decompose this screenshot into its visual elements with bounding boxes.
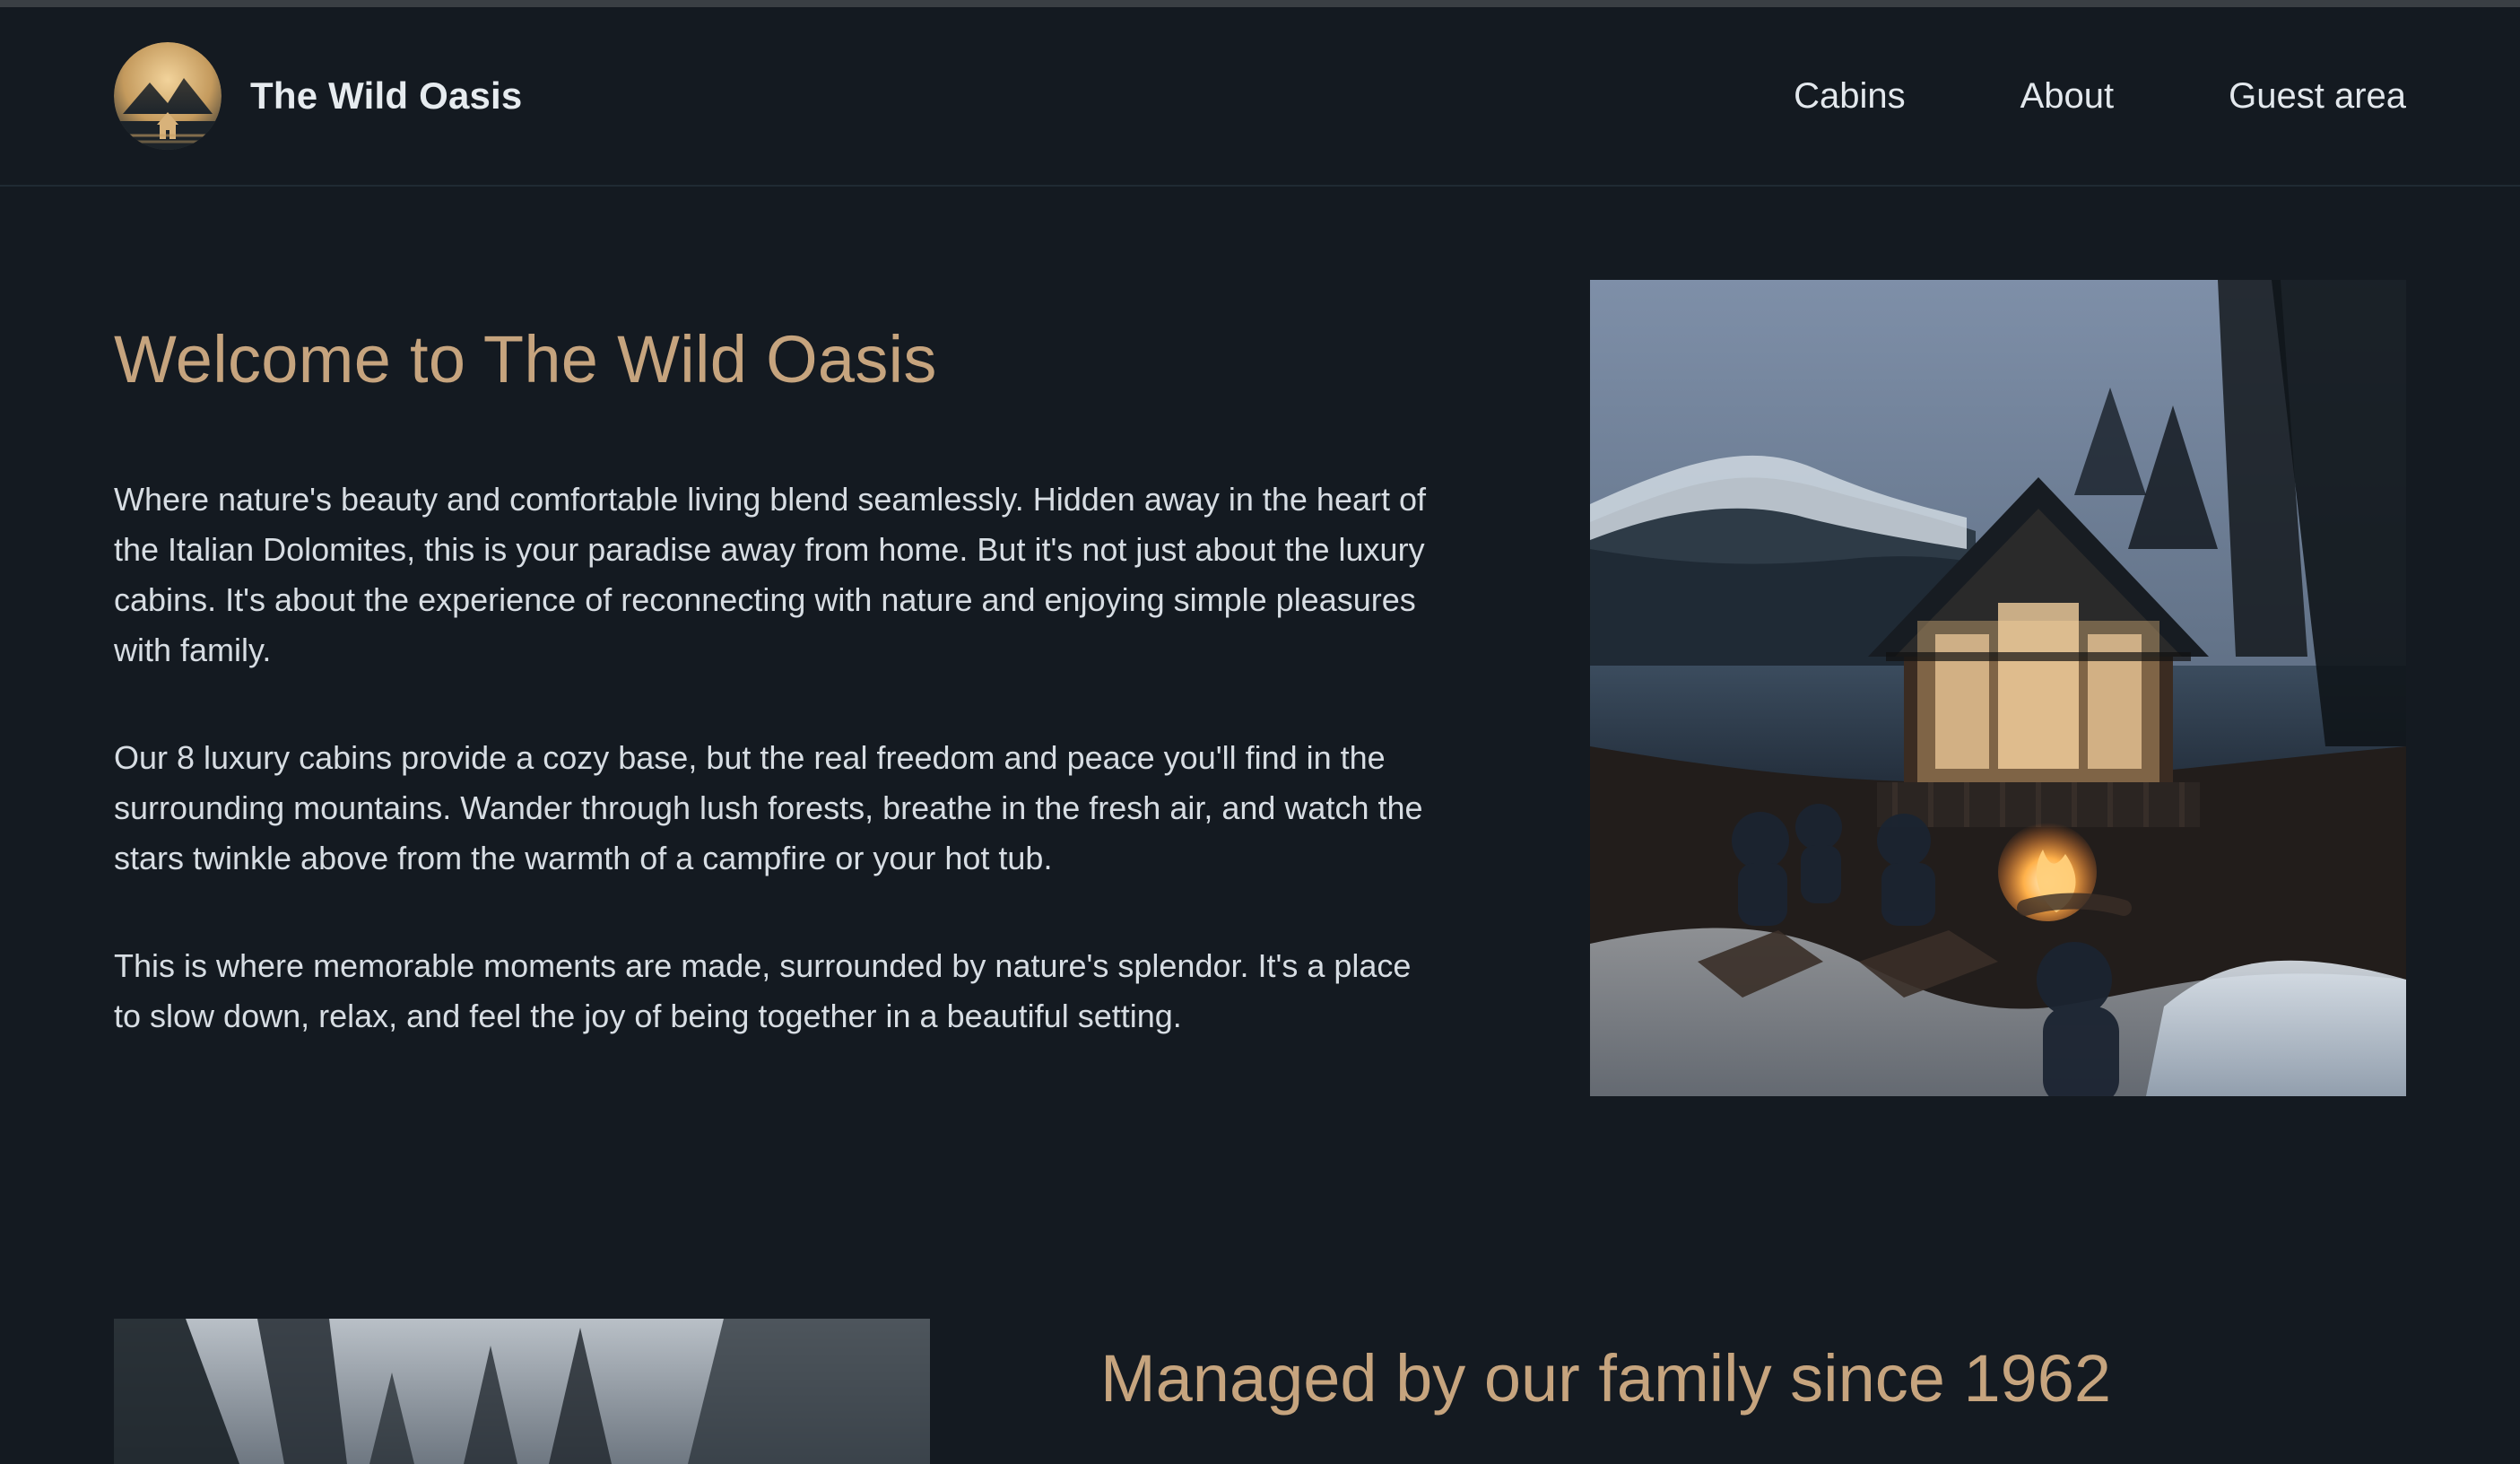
hero-title: Welcome to The Wild Oasis [114,322,937,396]
nav-guest-area[interactable]: Guest area [2229,76,2406,117]
hero-paragraph-3: This is where memorable moments are made… [114,947,1412,1034]
hero-paragraph-1: Where nature's beauty and comfortable li… [114,481,1427,668]
top-window-bar [0,0,2520,7]
hero-cabin-image [1590,280,2406,1096]
hero-paragraph-2: Our 8 luxury cabins provide a cozy base,… [114,739,1423,876]
main-content: Welcome to The Wild Oasis Where nature's… [0,187,2520,1464]
brand[interactable]: The Wild Oasis [114,42,523,150]
nav-about[interactable]: About [2020,76,2115,117]
hero-text: Welcome to The Wild Oasis Where nature's… [114,321,1432,1041]
hero-section: Welcome to The Wild Oasis Where nature's… [114,187,2406,1299]
top-nav: Cabins About Guest area [1794,76,2406,117]
section-family: Managed by our family since 1962 [114,1319,2406,1464]
site-header: The Wild Oasis Cabins About Guest area [0,7,2520,187]
brand-name[interactable]: The Wild Oasis [250,74,523,118]
section2-title: Managed by our family since 1962 [1100,1341,2112,1416]
section2-image [114,1319,930,1464]
logo[interactable] [114,42,222,150]
nav-cabins[interactable]: Cabins [1794,76,1906,117]
